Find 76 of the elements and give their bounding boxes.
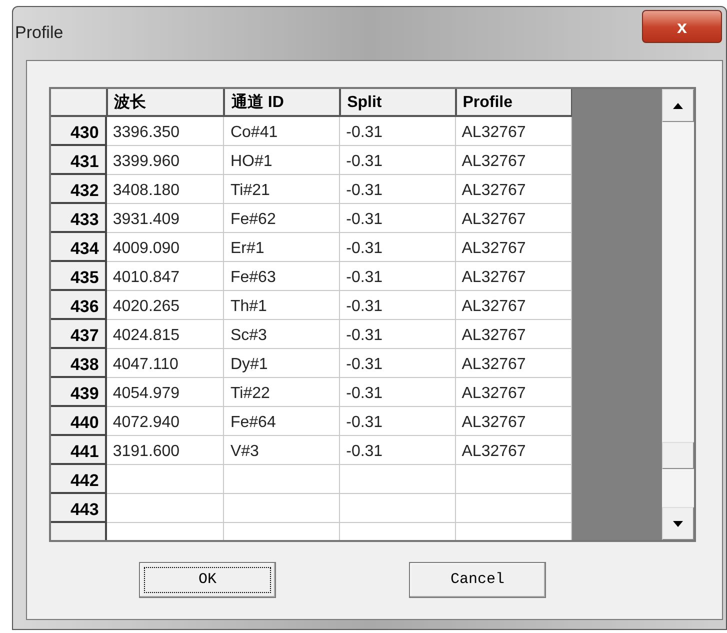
column-header[interactable]: 波长 — [106, 89, 224, 117]
row-header[interactable]: 443 — [51, 494, 107, 523]
column-header[interactable]: Split — [340, 89, 456, 117]
table-cell: -0.31 — [340, 175, 456, 204]
column-header[interactable]: 通道 ID — [224, 89, 340, 117]
table-cell: 3931.409 — [106, 204, 224, 233]
table-cell: Fe#62 — [224, 204, 340, 233]
scroll-thumb[interactable] — [662, 442, 694, 469]
table-cell: 4072.940 — [106, 407, 224, 436]
table-cell: AL32767 — [456, 262, 572, 291]
table-cell: Ti#22 — [224, 378, 340, 407]
table-cell: -0.31 — [340, 320, 456, 349]
row-header[interactable]: 435 — [51, 262, 107, 291]
table-cell: Th#1 — [224, 291, 340, 320]
window-title: Profile — [15, 22, 64, 44]
row-header[interactable]: 433 — [51, 204, 107, 233]
table-cell: 4010.847 — [106, 262, 224, 291]
table-cell: -0.31 — [340, 146, 456, 175]
row-header[interactable]: 431 — [51, 146, 107, 175]
table-cell: -0.31 — [340, 233, 456, 262]
row-header[interactable]: 434 — [51, 233, 107, 262]
table-cell: AL32767 — [456, 436, 572, 465]
scroll-down-button[interactable] — [662, 507, 694, 540]
table-cell: Fe#64 — [224, 407, 340, 436]
up-arrow-icon — [673, 102, 684, 108]
row-header[interactable]: 430 — [51, 117, 107, 146]
table-cell: AL32767 — [456, 291, 572, 320]
table-cell: AL32767 — [456, 117, 572, 146]
table-cell: 4054.979 — [106, 378, 224, 407]
scroll-up-button[interactable] — [662, 89, 694, 122]
table-cell: AL32767 — [456, 233, 572, 262]
table-cell: -0.31 — [340, 378, 456, 407]
vertical-scrollbar[interactable] — [662, 89, 694, 540]
table-cell: V#3 — [224, 436, 340, 465]
close-button[interactable]: x — [642, 10, 722, 43]
table-cell: Co#41 — [224, 117, 340, 146]
table-cell: -0.31 — [340, 349, 456, 378]
table-cell: 3191.600 — [106, 436, 224, 465]
down-arrow-icon — [673, 520, 684, 526]
row-header[interactable]: 438 — [51, 349, 107, 378]
table-cell: Sc#3 — [224, 320, 340, 349]
table-cell: Ti#21 — [224, 175, 340, 204]
table-cell: AL32767 — [456, 175, 572, 204]
table-cell: -0.31 — [340, 262, 456, 291]
table-cell: Er#1 — [224, 233, 340, 262]
row-header[interactable]: 432 — [51, 175, 107, 204]
row-header[interactable]: 437 — [51, 320, 107, 349]
table-cell: AL32767 — [456, 407, 572, 436]
row-header[interactable]: 440 — [51, 407, 107, 436]
table-cell: Dy#1 — [224, 349, 340, 378]
table-cell: 3399.960 — [106, 146, 224, 175]
table-cell: AL32767 — [456, 146, 572, 175]
row-header[interactable]: 436 — [51, 291, 107, 320]
table-cell: 4047.110 — [106, 349, 224, 378]
table-cell: AL32767 — [456, 320, 572, 349]
dialog-button[interactable]: Cancel — [409, 562, 546, 598]
table-cell: AL32767 — [456, 378, 572, 407]
row-header[interactable]: 442 — [51, 465, 107, 494]
table-cell: 4024.815 — [106, 320, 224, 349]
column-header[interactable]: Profile — [456, 89, 572, 117]
table-cell: -0.31 — [340, 407, 456, 436]
table-cell: -0.31 — [340, 204, 456, 233]
table-cell: AL32767 — [456, 204, 572, 233]
table-cell: 3408.180 — [106, 175, 224, 204]
table-cell: -0.31 — [340, 291, 456, 320]
table-cell: 3396.350 — [106, 117, 224, 146]
table-cell: -0.31 — [340, 436, 456, 465]
row-header[interactable]: 439 — [51, 378, 107, 407]
table-cell: Fe#63 — [224, 262, 340, 291]
table-cell: AL32767 — [456, 349, 572, 378]
table-cell: HO#1 — [224, 146, 340, 175]
dialog-button[interactable]: OK — [139, 562, 276, 598]
table-cell: 4009.090 — [106, 233, 224, 262]
table-cell: 4020.265 — [106, 291, 224, 320]
row-header[interactable]: 441 — [51, 436, 107, 465]
table-cell: -0.31 — [340, 117, 456, 146]
